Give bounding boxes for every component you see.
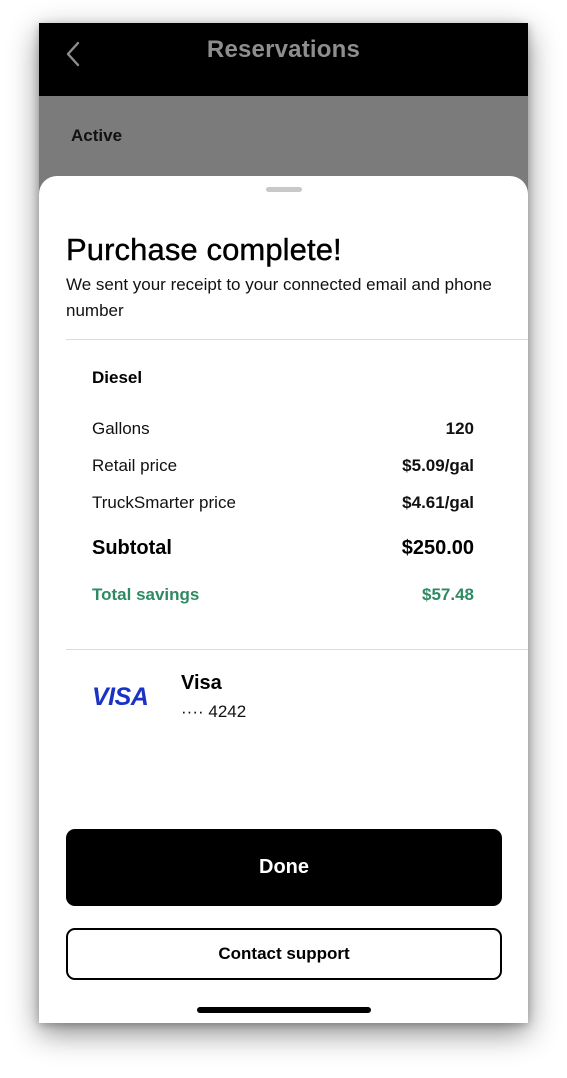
visa-logo: VISA	[92, 683, 149, 711]
card-name: Visa	[181, 672, 222, 694]
contact-support-button[interactable]: Contact support	[66, 928, 502, 980]
page-title: Reservations	[206, 36, 361, 63]
subtotal-value: $250.00	[401, 537, 474, 559]
row-value: 120	[445, 419, 474, 438]
trucksmarter-price-row: TruckSmarter price $4.61/gal	[92, 493, 474, 513]
row-value: $4.61/gal	[402, 493, 474, 512]
payment-method: VISA Visa ···· 4242	[92, 672, 392, 722]
row-label: Retail price	[92, 456, 178, 475]
row-label: Gallons	[92, 419, 150, 438]
savings-label: Total savings	[92, 585, 200, 604]
row-value: $5.09/gal	[402, 456, 474, 475]
retail-price-row: Retail price $5.09/gal	[92, 456, 474, 476]
row-label: TruckSmarter price	[92, 493, 236, 512]
navigation-bar: Reservations	[39, 23, 528, 96]
subtotal-row: Subtotal $250.00	[92, 537, 474, 560]
done-button[interactable]: Done	[66, 829, 502, 906]
savings-row: Total savings $57.48	[92, 585, 474, 605]
purchase-complete-sheet: Purchase complete! We sent your receipt …	[39, 176, 528, 1023]
phone-screen: Reservations Active Purchase complete! W…	[39, 23, 528, 1023]
active-section-label: Active	[71, 126, 123, 145]
subtotal-label: Subtotal	[92, 537, 172, 559]
fuel-type-label: Diesel	[92, 368, 143, 387]
divider	[66, 339, 528, 340]
savings-value: $57.48	[422, 585, 474, 604]
gallons-row: Gallons 120	[92, 419, 474, 439]
card-number: ···· 4242	[181, 702, 247, 721]
sheet-grabber[interactable]	[266, 187, 302, 192]
home-indicator	[197, 1007, 371, 1013]
divider	[66, 649, 528, 650]
sheet-title: Purchase complete!	[66, 232, 342, 267]
receipt-message: We sent your receipt to your connected e…	[66, 275, 492, 320]
